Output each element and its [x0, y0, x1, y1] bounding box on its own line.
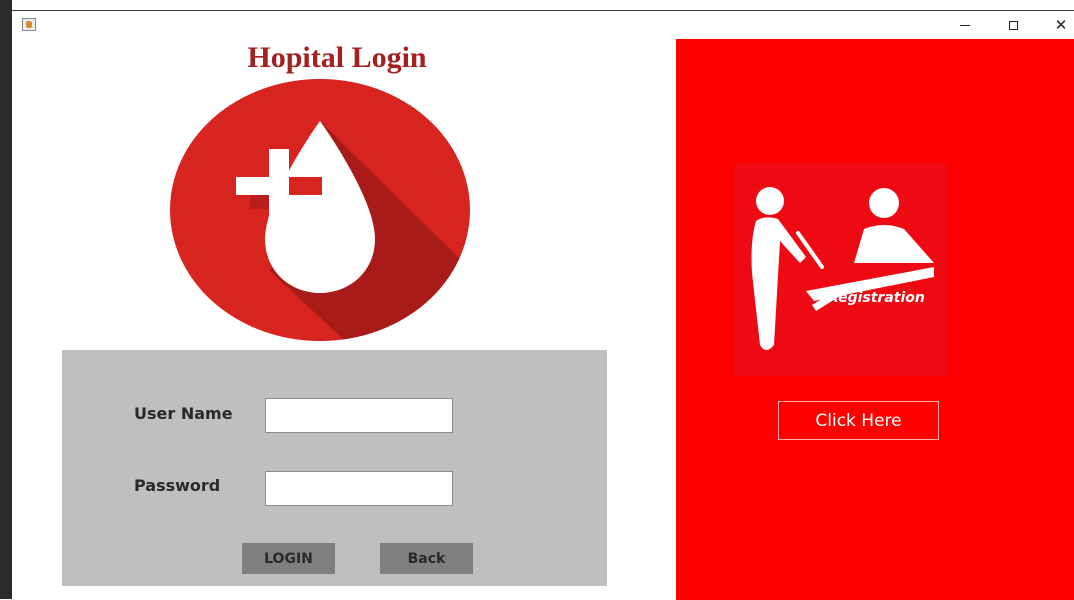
username-field[interactable]	[265, 398, 453, 433]
page-title: Hopital Login	[247, 41, 427, 74]
desktop-edge	[0, 0, 12, 599]
close-button[interactable]: ✕	[1038, 13, 1074, 37]
registration-desk-icon: Registration	[734, 163, 947, 376]
username-label: User Name	[134, 404, 233, 423]
password-label: Password	[134, 476, 221, 495]
title-bar: ✕	[12, 11, 1074, 38]
app-window: ✕ Hopital Login User Name Password LOGIN…	[12, 10, 1074, 600]
maximize-button[interactable]	[990, 13, 1036, 37]
back-button[interactable]: Back	[380, 543, 473, 574]
close-icon: ✕	[1054, 15, 1068, 34]
minimize-button[interactable]	[942, 13, 988, 37]
java-app-icon[interactable]	[22, 18, 36, 31]
maximize-icon	[1008, 20, 1018, 30]
registration-desk-illustration	[751, 187, 934, 350]
click-here-button[interactable]: Click Here	[778, 401, 939, 440]
password-field[interactable]	[265, 471, 453, 506]
minimize-icon	[960, 24, 970, 26]
login-form-panel: User Name Password LOGIN Back	[62, 350, 607, 586]
registration-panel: Registration Click Here	[676, 39, 1074, 600]
login-button[interactable]: LOGIN	[242, 543, 335, 574]
desktop-background	[0, 0, 1074, 10]
blood-drop-cross-icon	[170, 79, 470, 341]
registration-caption: Registration	[828, 290, 925, 306]
